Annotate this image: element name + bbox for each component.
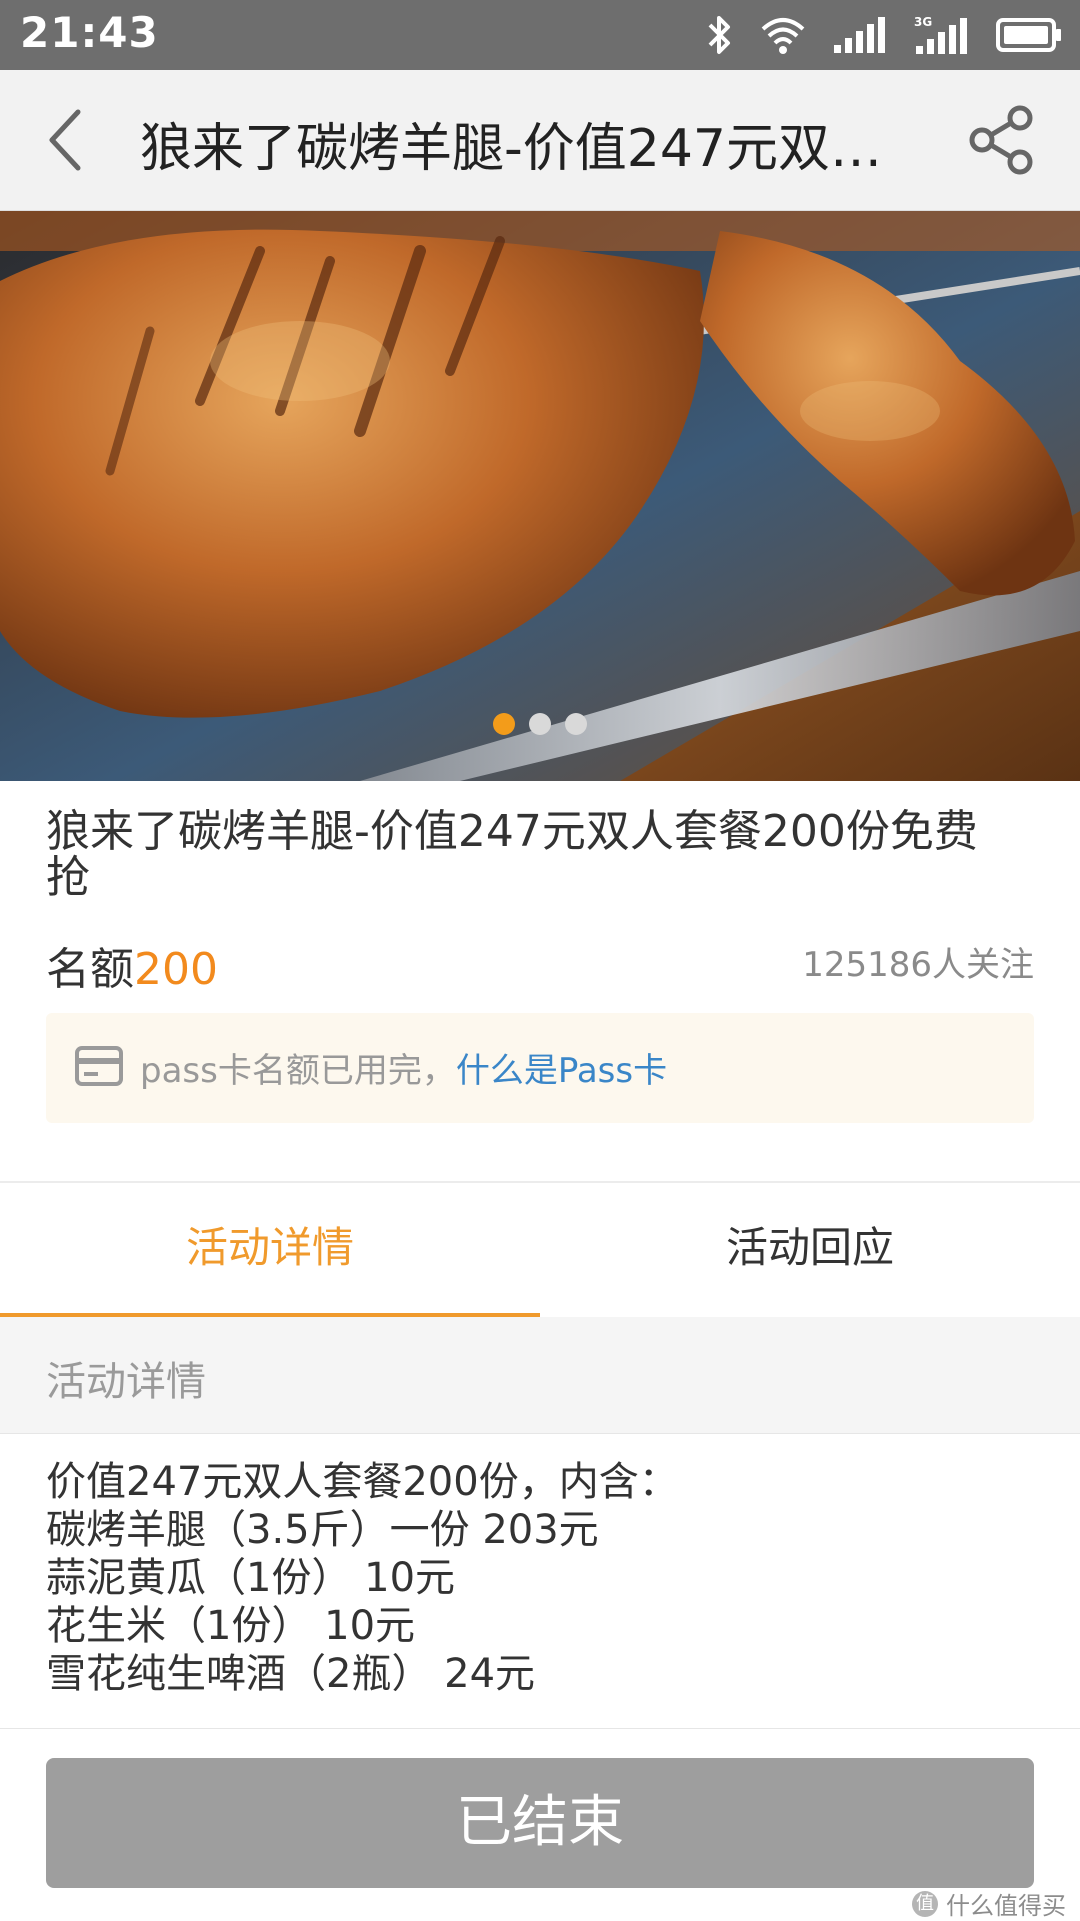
share-icon[interactable]	[964, 102, 1040, 178]
followers-count: 125186人关注	[802, 945, 1034, 985]
carousel-indicator	[0, 713, 1080, 735]
detail-line: 碳烤羊腿（3.5斤）一份 203元	[46, 1507, 599, 1553]
app-bar: 狼来了碳烤羊腿-价值247元双人套餐200份免费抢	[0, 70, 1080, 211]
section-header: 活动详情	[0, 1317, 1080, 1434]
pass-card-notice: pass卡名额已用完，什么是Pass卡	[46, 1013, 1034, 1123]
signal-3g-icon: 3G	[914, 15, 967, 54]
watermark: 值 什么值得买	[912, 1886, 1066, 1921]
ended-button[interactable]: 已结束	[46, 1758, 1034, 1888]
section-heading: 活动详情	[46, 1359, 206, 1405]
detail-line: 价值247元双人套餐200份，内含：	[46, 1459, 679, 1505]
card-icon	[75, 1046, 123, 1086]
tab-activity-replies[interactable]: 活动回应	[540, 1183, 1080, 1317]
detail-line: 蒜泥黄瓜（1份） 10元	[46, 1555, 456, 1601]
quota-value: 200	[134, 944, 218, 995]
battery-icon	[996, 18, 1061, 52]
tab-activity-details[interactable]: 活动详情	[0, 1183, 540, 1317]
watermark-logo: 值	[912, 1890, 938, 1917]
detail-line: 花生米（1份） 10元	[46, 1603, 416, 1649]
carousel-dot-2[interactable]	[529, 713, 551, 735]
tab-bar: 活动详情 活动回应	[0, 1181, 1080, 1319]
status-time: 21:43	[20, 8, 159, 57]
status-bar: 21:43 3G	[0, 0, 1080, 70]
activity-details: 价值247元双人套餐200份，内含： 碳烤羊腿（3.5斤）一份 203元 蒜泥黄…	[46, 1458, 1036, 1698]
signal-icon	[834, 17, 885, 53]
divider	[0, 1728, 1080, 1729]
pass-notice-text: pass卡名额已用完，什么是Pass卡	[140, 1043, 667, 1092]
svg-text:3G: 3G	[914, 15, 932, 29]
hero-carousel[interactable]	[0, 211, 1080, 781]
watermark-text: 什么值得买	[946, 1892, 1066, 1920]
quota: 名额200	[46, 933, 218, 997]
pass-card-link[interactable]: 什么是Pass卡	[456, 1051, 667, 1091]
carousel-dot-3[interactable]	[565, 713, 587, 735]
bluetooth-icon	[708, 16, 730, 54]
carousel-dot-1[interactable]	[493, 713, 515, 735]
page-title: 狼来了碳烤羊腿-价值247元双人套餐200份免费抢	[140, 119, 930, 176]
roast-lamb-image	[0, 211, 1080, 781]
back-arrow-icon[interactable]	[30, 100, 110, 180]
product-name: 狼来了碳烤羊腿-价值247元双人套餐200份免费抢	[46, 806, 978, 903]
wifi-icon	[761, 18, 805, 54]
quota-label: 名额	[46, 944, 134, 995]
pass-notice-label: pass卡名额已用完，	[140, 1051, 456, 1091]
product-info: 狼来了碳烤羊腿-价值247元双人套餐200份免费抢 名额200 125186人关…	[0, 781, 1080, 1181]
detail-line: 雪花纯生啤酒（2瓶） 24元	[46, 1651, 536, 1697]
status-icons: 3G	[704, 12, 1062, 58]
